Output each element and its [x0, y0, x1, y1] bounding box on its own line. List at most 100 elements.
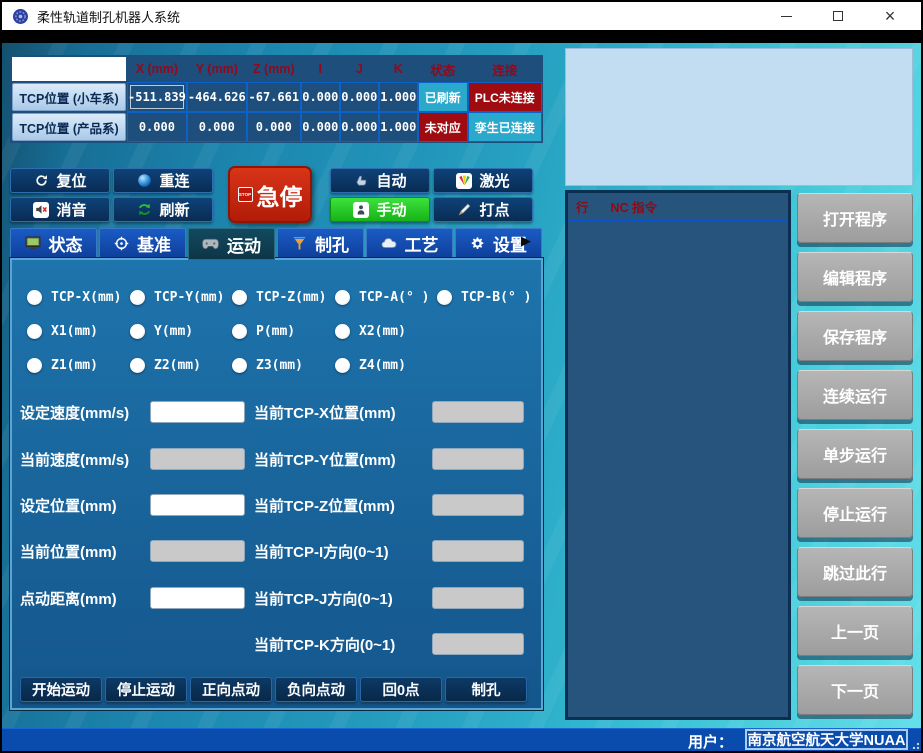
single-step-button[interactable]: 单步运行 — [797, 429, 913, 479]
manual-label: 手动 — [376, 199, 406, 220]
field-tcp-y-pos: 当前TCP-Y位置(mm) — [254, 448, 396, 470]
mute-icon — [33, 202, 49, 218]
skip-line-button[interactable]: 跳过此行 — [797, 547, 913, 597]
radio-icon — [27, 358, 42, 373]
tab-motion[interactable]: 运动 — [188, 228, 275, 260]
radio-option-tcp-b[interactable]: TCP-B(° ) — [437, 290, 531, 305]
cell-cart-i[interactable]: 0.000 — [302, 83, 339, 111]
save-program-button[interactable]: 保存程序 — [797, 311, 913, 361]
table-corner-cell — [12, 57, 126, 81]
tab-process[interactable]: 工艺 — [366, 228, 453, 258]
current-position-display — [150, 540, 245, 562]
laser-label: 激光 — [479, 170, 509, 191]
tab-scroll-right-icon[interactable]: ▶ — [521, 233, 531, 249]
maximize-button[interactable] — [825, 6, 851, 26]
cell-cart-j[interactable]: 0.000 — [341, 83, 378, 111]
laser-button[interactable]: 激光 — [433, 168, 533, 193]
radio-option-p[interactable]: P(mm) — [232, 324, 295, 339]
close-button[interactable]: × — [877, 6, 903, 26]
col-header-connection: 连接 — [469, 57, 541, 81]
cell-cart-y[interactable]: -464.626 — [188, 83, 246, 111]
reconnect-button[interactable]: 重连 — [113, 168, 213, 193]
mark-point-button[interactable]: 打点 — [433, 197, 533, 222]
radio-option-z1[interactable]: Z1(mm) — [27, 358, 98, 373]
cell-cart-x[interactable]: -511.839 — [128, 83, 186, 111]
radio-option-z2[interactable]: Z2(mm) — [130, 358, 201, 373]
cell-prod-z[interactable]: 0.000 — [248, 113, 300, 141]
tab-status[interactable]: 状态 — [10, 228, 97, 258]
cell-cart-k[interactable]: 1.000 — [380, 83, 417, 111]
field-current-position: 当前位置(mm) — [20, 540, 117, 562]
cell-prod-i[interactable]: 0.000 — [302, 113, 339, 141]
refresh-label: 刷新 — [159, 199, 189, 220]
radio-icon — [335, 290, 350, 305]
col-header-status: 状态 — [419, 57, 467, 81]
tab-datum-label: 基准 — [137, 231, 171, 256]
next-page-button[interactable]: 下一页 — [797, 665, 913, 715]
cell-cart-z[interactable]: -67.661 — [248, 83, 300, 111]
cell-prod-k[interactable]: 1.000 — [380, 113, 417, 141]
continuous-run-button[interactable]: 连续运行 — [797, 370, 913, 420]
mute-button[interactable]: 消音 — [10, 197, 110, 222]
radio-icon — [232, 358, 247, 373]
radio-option-y[interactable]: Y(mm) — [130, 324, 193, 339]
reset-icon — [33, 173, 49, 189]
cell-prod-y[interactable]: 0.000 — [188, 113, 246, 141]
field-tcp-z-pos: 当前TCP-Z位置(mm) — [254, 494, 395, 516]
open-program-button[interactable]: 打开程序 — [797, 193, 913, 243]
radio-option-tcp-x[interactable]: TCP-X(mm) — [27, 290, 121, 305]
previous-page-button[interactable]: 上一页 — [797, 606, 913, 656]
cloud-icon — [381, 237, 397, 249]
gear-icon — [470, 236, 485, 251]
emergency-stop-button[interactable]: STOP 急停 — [228, 166, 312, 223]
col-header-i: I — [302, 57, 339, 81]
nc-program-list[interactable]: 行 NC 指令 — [565, 190, 791, 720]
radio-option-tcp-a[interactable]: TCP-A(° ) — [335, 290, 429, 305]
edit-program-button[interactable]: 编辑程序 — [797, 252, 913, 302]
field-current-speed: 当前速度(mm/s) — [20, 448, 129, 470]
stop-motion-button[interactable]: 停止运动 — [105, 677, 187, 702]
field-tcp-j-dir: 当前TCP-J方向(0~1) — [254, 587, 393, 609]
tcp-z-pos-display — [432, 494, 524, 516]
radio-option-x1[interactable]: X1(mm) — [27, 324, 98, 339]
radio-icon — [130, 290, 145, 305]
radio-option-x2[interactable]: X2(mm) — [335, 324, 406, 339]
radio-option-tcp-z[interactable]: TCP-Z(mm) — [232, 290, 326, 305]
tab-datum[interactable]: 基准 — [99, 228, 186, 258]
tcp-k-dir-display — [432, 633, 524, 655]
minimize-button[interactable] — [773, 6, 799, 26]
stop-run-button[interactable]: 停止运行 — [797, 488, 913, 538]
reset-button[interactable]: 复位 — [10, 168, 110, 193]
jog-backward-button[interactable]: 负向点动 — [275, 677, 357, 702]
maximize-icon — [833, 11, 843, 21]
user-label: 用户： — [688, 731, 733, 752]
stop-sign-icon: STOP — [238, 187, 253, 202]
radio-icon — [27, 324, 42, 339]
set-position-input[interactable] — [150, 494, 245, 516]
radio-icon — [335, 358, 350, 373]
manual-mode-button[interactable]: 手动 — [330, 197, 430, 222]
tab-drilling[interactable]: 制孔 — [277, 228, 364, 258]
cell-prod-x[interactable]: 0.000 — [128, 113, 186, 141]
table-header-row: X (mm) Y (mm) Z (mm) I J K 状态 连接 — [12, 57, 541, 81]
app-icon — [12, 8, 29, 25]
jog-forward-button[interactable]: 正向点动 — [190, 677, 272, 702]
connection-badge-plc: PLC未连接 — [469, 83, 541, 111]
radio-option-tcp-y[interactable]: TCP-Y(mm) — [130, 290, 224, 305]
drill-button[interactable]: 制孔 — [445, 677, 527, 702]
refresh-button[interactable]: 刷新 — [113, 197, 213, 222]
resize-grip-icon[interactable] — [910, 740, 919, 749]
start-motion-button[interactable]: 开始运动 — [20, 677, 102, 702]
return-zero-button[interactable]: 回0点 — [360, 677, 442, 702]
set-speed-input[interactable] — [150, 401, 245, 423]
radio-option-z4[interactable]: Z4(mm) — [335, 358, 406, 373]
auto-mode-button[interactable]: 自动 — [330, 168, 430, 193]
status-badge-cart: 已刷新 — [419, 83, 467, 111]
crosshair-icon — [114, 236, 129, 251]
manual-person-icon — [353, 202, 369, 218]
jog-distance-input[interactable] — [150, 587, 245, 609]
close-icon: × — [885, 6, 896, 27]
radio-option-z3[interactable]: Z3(mm) — [232, 358, 303, 373]
cell-prod-j[interactable]: 0.000 — [341, 113, 378, 141]
field-jog-distance: 点动距离(mm) — [20, 587, 117, 609]
